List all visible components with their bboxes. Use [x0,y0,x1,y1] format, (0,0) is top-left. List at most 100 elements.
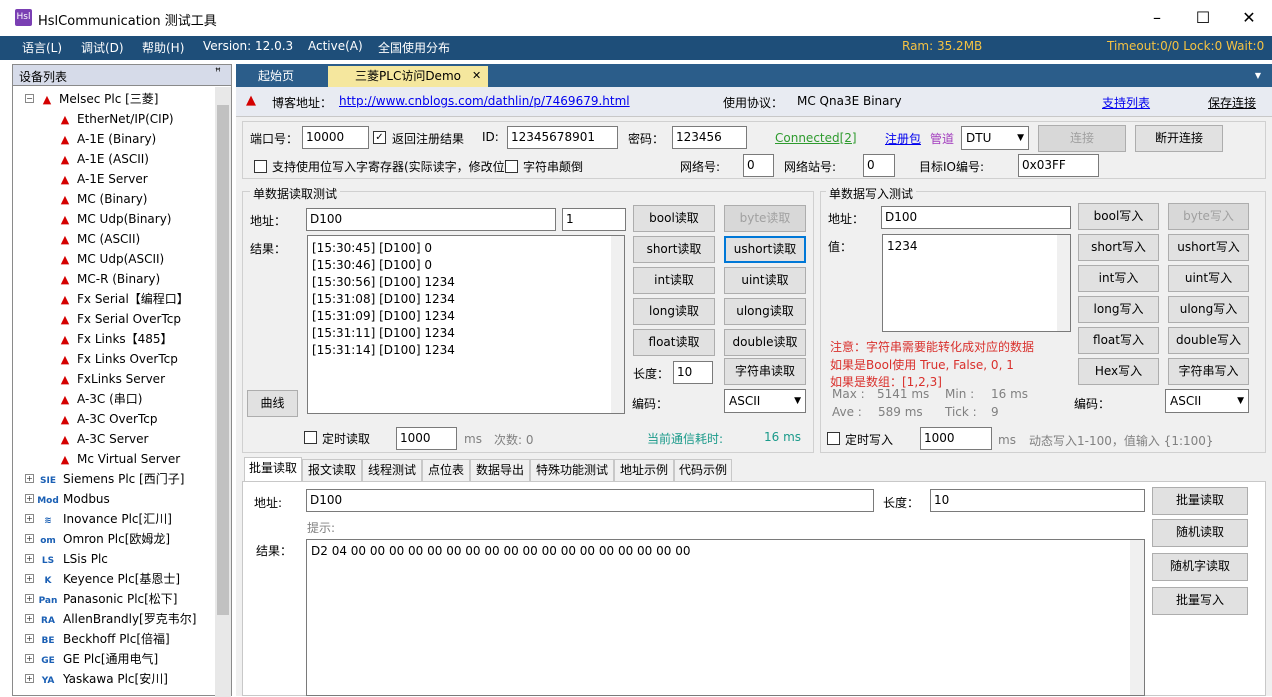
expand-icon[interactable]: + [25,634,34,643]
read-button[interactable]: long读取 [633,298,715,325]
password-input[interactable]: 123456 [672,126,747,149]
bit-write-checkbox[interactable] [254,160,267,173]
id-input[interactable]: 12345678901 [507,126,618,149]
lower-tab[interactable]: 地址示例 [614,459,674,481]
tree-item-melsec-child[interactable]: ▲ Fx Serial【编程口】 [57,289,189,309]
expand-icon[interactable]: + [25,574,34,583]
support-list-link[interactable]: 支持列表 [1102,94,1150,111]
tab-demo[interactable]: 三菱PLC访问Demo ✕ [328,66,488,87]
write-button[interactable]: uint写入 [1168,265,1249,292]
read-address-input[interactable]: D100 [306,208,556,231]
target-io-input[interactable]: 0x03FF [1018,154,1099,177]
tree-item-melsec-child[interactable]: ▲ A-3C Server [57,429,149,449]
read-button[interactable]: float读取 [633,329,715,356]
station-input[interactable]: 0 [863,154,895,177]
write-scrollbar[interactable] [1057,235,1070,331]
lower-tab[interactable]: 代码示例 [674,459,732,481]
lower-tab[interactable]: 特殊功能测试 [530,459,614,481]
save-connection-link[interactable]: 保存连接 [1208,94,1256,111]
expand-icon[interactable]: + [25,534,34,543]
lower-tab[interactable]: 数据导出 [470,459,530,481]
network-input[interactable]: 0 [743,154,774,177]
write-button[interactable]: ushort写入 [1168,234,1249,261]
read-button[interactable]: short读取 [633,236,715,263]
lower-tab[interactable]: 线程测试 [362,459,422,481]
return-register-checkbox[interactable]: ✓ [373,131,386,144]
tab-menu-icon[interactable]: ▼ [1248,66,1268,87]
batch-button[interactable]: 随机读取 [1152,519,1248,547]
expand-icon[interactable]: + [25,614,34,623]
minimize-button[interactable]: – [1134,0,1180,36]
read-result-box[interactable]: [15:30:45] [D100] 0 [15:30:46] [D100] 0 [1… [307,235,625,414]
write-value-box[interactable]: 1234 [882,234,1071,332]
timer-read-checkbox[interactable] [304,431,317,444]
close-button[interactable]: ✕ [1226,0,1272,36]
read-button[interactable]: bool读取 [633,205,715,232]
tree-scrollbar[interactable] [215,87,231,697]
menu-debug[interactable]: 调试(D) [81,39,124,56]
expand-icon[interactable]: + [25,654,34,663]
expand-icon[interactable]: + [25,494,34,503]
read-button[interactable]: byte读取 [724,205,806,232]
string-length-input[interactable]: 10 [673,361,713,384]
write-button[interactable]: ulong写入 [1168,296,1249,323]
tree-item-melsec-child[interactable]: ▲ A-1E Server [57,169,148,189]
expand-icon[interactable]: + [25,594,34,603]
pin-icon[interactable]: ꟸ [215,67,221,78]
menu-version[interactable]: Version: 12.0.3 [203,39,293,53]
tab-close-icon[interactable]: ✕ [472,66,481,86]
menu-active[interactable]: Active(A) [308,39,363,53]
read-button[interactable]: uint读取 [724,267,806,294]
tree-item-melsec-child[interactable]: ▲ A-3C OverTcp [57,409,158,429]
tree-item-melsec-child[interactable]: ▲ MC Udp(ASCII) [57,249,164,269]
tree-item-melsec-child[interactable]: ▲ A-1E (Binary) [57,129,156,149]
timer-write-checkbox[interactable] [827,432,840,445]
tree-item-melsec-child[interactable]: ▲ A-1E (ASCII) [57,149,149,169]
port-input[interactable]: 10000 [302,126,369,149]
expand-icon[interactable]: + [25,554,34,563]
read-button[interactable]: int读取 [633,267,715,294]
disconnect-button[interactable]: 断开连接 [1135,125,1223,152]
write-address-input[interactable]: D100 [881,206,1071,229]
reverse-string-checkbox[interactable] [505,160,518,173]
tree-item-melsec-child[interactable]: ▲ MC Udp(Binary) [57,209,172,229]
batch-button[interactable]: 随机字读取 [1152,553,1248,581]
read-button[interactable]: ulong读取 [724,298,806,325]
write-button[interactable]: bool写入 [1078,203,1159,230]
menu-language[interactable]: 语言(L) [22,39,62,56]
write-encoding-select[interactable]: ASCII ▼ [1165,389,1249,413]
tree-item-melsec-child[interactable]: ▲ Fx Links OverTcp [57,349,178,369]
register-link[interactable]: 注册包 [885,130,921,147]
batch-button[interactable]: 批量写入 [1152,587,1248,615]
expand-icon[interactable]: + [25,474,34,483]
read-interval-input[interactable]: 1000 [396,427,457,450]
batch-length-input[interactable]: 10 [930,489,1145,512]
tree-item-melsec-child[interactable]: ▲ EtherNet/IP(CIP) [57,109,174,129]
tree-item-melsec-child[interactable]: ▲ MC (Binary) [57,189,148,209]
expand-icon[interactable]: + [25,674,34,683]
write-button[interactable]: Hex写入 [1078,358,1159,385]
scroll-thumb[interactable] [217,105,229,615]
write-button[interactable]: 字符串写入 [1168,358,1249,385]
string-read-button[interactable]: 字符串读取 [724,358,806,385]
read-encoding-select[interactable]: ASCII ▼ [724,389,806,413]
tree-item-melsec-child[interactable]: ▲ FxLinks Server [57,369,165,389]
tree-item-melsec-child[interactable]: ▲ Mc Virtual Server [57,449,180,469]
tree-item-melsec-child[interactable]: ▲ Fx Serial OverTcp [57,309,181,329]
tree-item-melsec-child[interactable]: ▲ Fx Links【485】 [57,329,173,349]
menu-distribution[interactable]: 全国使用分布 [378,39,450,56]
tree-item-melsec-child[interactable]: ▲ MC (ASCII) [57,229,140,249]
collapse-icon[interactable]: − [25,94,34,103]
menu-help[interactable]: 帮助(H) [142,39,184,56]
write-button[interactable]: long写入 [1078,296,1159,323]
mode-select[interactable]: DTU ▼ [961,126,1029,150]
write-button[interactable]: float写入 [1078,327,1159,354]
curve-button[interactable]: 曲线 [247,390,298,417]
lower-tab[interactable]: 点位表 [422,459,470,481]
tree-item-melsec-child[interactable]: ▲ MC-R (Binary) [57,269,160,289]
read-button[interactable]: double读取 [724,329,806,356]
batch-address-input[interactable]: D100 [306,489,874,512]
read-button[interactable]: ushort读取 [724,236,806,263]
write-button[interactable]: short写入 [1078,234,1159,261]
tree-item-melsec-child[interactable]: ▲ A-3C (串口) [57,389,143,409]
